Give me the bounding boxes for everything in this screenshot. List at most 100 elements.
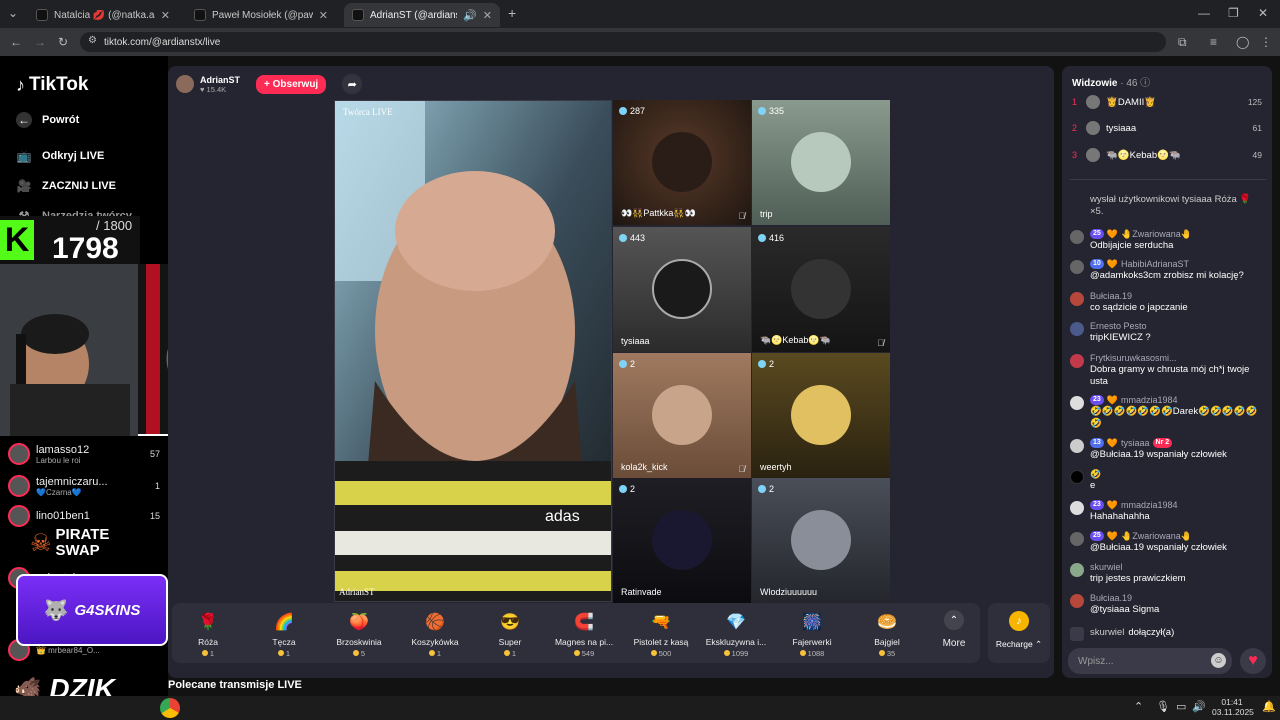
guest-tile[interactable]: 2 kola2k_kick 🎙̸	[613, 353, 751, 478]
chat-username[interactable]: 🤚Zwariowana🤚	[1121, 530, 1192, 542]
chat-username[interactable]: HabibiAdrianaST	[1121, 258, 1189, 270]
notification-icon[interactable]: 🔔	[1262, 700, 1276, 713]
volume-icon[interactable]: 🔊	[1192, 700, 1206, 713]
window-close-icon[interactable]: ✕	[1258, 6, 1268, 20]
gift-item[interactable]: 🍑 Brzoskwinia 5	[324, 610, 394, 658]
chat-message: 23 🧡 mmadzia1984 🤣🤣🤣🤣🤣🤣🤣Darek🤣🤣🤣🤣🤣🤣	[1070, 394, 1266, 430]
extensions-icon[interactable]: ⧉	[1178, 35, 1187, 50]
avatar[interactable]	[1070, 292, 1084, 306]
avatar[interactable]	[1070, 501, 1084, 515]
avatar[interactable]	[1070, 532, 1084, 546]
list-item[interactable]: lamasso12 Larbou le roi 57	[8, 438, 160, 470]
guest-tile[interactable]: 416 🐃🌝Kebab🌝🐃 🎙̸	[752, 227, 890, 352]
host-video[interactable]: adas Twórca LIVE AdrianST	[334, 100, 612, 602]
profile-icon[interactable]: ◯	[1236, 35, 1249, 49]
avatar[interactable]	[1070, 230, 1084, 244]
gift-item[interactable]: 🎆 Fajerwerki 1088	[777, 610, 847, 658]
chat-username[interactable]: mmadzia1984	[1121, 394, 1178, 406]
top-viewer-row[interactable]: 1 👸DAMII👸 125	[1072, 92, 1262, 112]
viewer-icon	[619, 485, 627, 493]
close-icon[interactable]: ✕	[161, 9, 170, 22]
avatar[interactable]	[1070, 322, 1084, 336]
avatar[interactable]	[1070, 594, 1084, 608]
discover-live-link[interactable]: 📺 Odkryj LIVE	[16, 148, 105, 164]
top-viewer-row[interactable]: 2 tysiaaa 61	[1072, 118, 1262, 138]
chat-message: 23 🧡 mmadzia1984 Hahahahahha	[1070, 499, 1266, 523]
chat-message: Ernesto Pesto tripKIEWICZ ?	[1070, 320, 1266, 344]
chat-username[interactable]: skurwiel	[1090, 627, 1124, 639]
avatar[interactable]	[1070, 470, 1084, 484]
chat-username[interactable]: Frytkisuruwkasosmi...	[1090, 352, 1177, 364]
level-badge: 10	[1090, 259, 1104, 269]
back-icon[interactable]: ←	[10, 35, 22, 49]
avatar[interactable]	[1070, 260, 1084, 274]
top-viewer-row[interactable]: 3 🐃🌝Kebab🌝🐃 49	[1072, 145, 1262, 165]
chrome-app-icon[interactable]	[160, 698, 180, 718]
chat-input[interactable]: Wpisz... ☺	[1068, 648, 1232, 674]
tab-1[interactable]: Natalcia 💋 (@natka.aa_) prowadzi ✕	[28, 3, 178, 27]
level-badge: 25	[1090, 531, 1104, 541]
gift-item[interactable]: 🥯 Bajgiel 35	[852, 610, 922, 658]
info-icon[interactable]: ⓘ	[1140, 78, 1150, 89]
mic-icon[interactable]: 🎙	[1156, 700, 1170, 713]
list-item[interactable]: tajemniczaru... 💙Czarna💙 1	[8, 470, 160, 502]
close-icon[interactable]: ✕	[319, 9, 328, 22]
guest-tile[interactable]: 335 trip	[752, 100, 890, 225]
gift-item[interactable]: 🔫 Pistolet z kasą 500	[626, 610, 696, 658]
viewers-header[interactable]: Widzowie · 46 ⓘ	[1072, 74, 1150, 89]
gift-item[interactable]: 💎 Ekskluzywna i... 1099	[701, 610, 771, 658]
avatar[interactable]	[1070, 563, 1084, 577]
avatar[interactable]	[1070, 354, 1084, 368]
chat-username[interactable]: Bułciaa.19	[1090, 592, 1132, 604]
tab-search-icon[interactable]: ⌄	[8, 6, 18, 20]
clock[interactable]: 01:41 03.11.2025	[1212, 697, 1254, 717]
guest-tile[interactable]: 443 tysiaaa	[613, 227, 751, 352]
guest-tile[interactable]: 2 Wlodziuuuuuu	[752, 478, 890, 603]
forward-icon[interactable]: →	[34, 35, 46, 49]
host-avatar[interactable]	[176, 75, 194, 93]
gift-item[interactable]: 😎 Super 1	[475, 610, 545, 658]
close-icon[interactable]: ✕	[483, 9, 492, 22]
speaker-icon[interactable]: 🔊	[463, 9, 477, 22]
chat-username[interactable]: 🤚Zwariowana🤚	[1121, 228, 1192, 240]
guest-tile[interactable]: 2 weertyh	[752, 353, 890, 478]
tray-chevron-icon[interactable]: ⌃	[1134, 700, 1143, 713]
pirate-swap-logo: ☠ PIRATE SWAP	[30, 526, 110, 559]
chat-username[interactable]: skurwiel	[1090, 561, 1123, 573]
emoji-icon[interactable]: ☺	[1211, 653, 1226, 668]
start-live-link[interactable]: 🎥 ZACZNIJ LIVE	[16, 178, 116, 194]
minimize-icon[interactable]: —	[1198, 6, 1210, 20]
back-button[interactable]: ← Powrót	[16, 112, 79, 128]
tiktok-logo[interactable]: ♪ TikTok	[16, 74, 88, 96]
maximize-icon[interactable]: ❐	[1228, 6, 1239, 20]
reload-icon[interactable]: ↻	[58, 35, 68, 49]
guest-tile[interactable]: 287 👀👯Pattkka👯👀 🎙̸	[613, 100, 751, 225]
chat-username[interactable]: mmadzia1984	[1121, 499, 1178, 511]
host-name[interactable]: AdrianST	[200, 75, 240, 85]
media-icon[interactable]: ≡	[1210, 35, 1217, 49]
like-heart-button[interactable]: ♥	[1240, 648, 1266, 674]
chat-username[interactable]: 🤣	[1090, 468, 1101, 480]
share-icon[interactable]: ➦	[342, 74, 363, 94]
gift-item[interactable]: 🌹 Róża 1	[173, 610, 243, 658]
avatar[interactable]	[1070, 396, 1084, 410]
more-gifts-button[interactable]: ⌃ More	[920, 610, 988, 649]
rose-icon: 🌹	[198, 614, 218, 631]
menu-icon[interactable]: ⋮	[1260, 35, 1272, 49]
gift-item[interactable]: 🧲 Magnes na pi... 549	[549, 610, 619, 658]
gift-item[interactable]: 🏀 Koszykówka 1	[400, 610, 470, 658]
tab-3-active[interactable]: AdrianST (@ardianstx) prow 🔊 ✕	[344, 3, 500, 27]
avatar[interactable]	[1070, 439, 1084, 453]
new-tab-icon[interactable]: +	[508, 5, 516, 21]
url-field[interactable]: ⚙ tiktok.com/@ardianstx/live	[80, 32, 1166, 52]
chat-username[interactable]: Bułciaa.19	[1090, 290, 1132, 302]
site-info-icon[interactable]: ⚙	[88, 35, 97, 46]
chat-username[interactable]: tysiaaa	[1121, 437, 1150, 449]
follow-button[interactable]: + Obserwuj	[256, 74, 327, 94]
network-icon[interactable]: ▭	[1176, 700, 1186, 713]
guest-tile[interactable]: 2 Ratinvade	[613, 478, 751, 603]
recharge-button[interactable]: ♪ Recharge ⌃	[988, 603, 1050, 663]
gift-item[interactable]: 🌈 Tęcza 1	[249, 610, 319, 658]
tab-2[interactable]: Paweł Mosiołek (@pawelmosio ✕	[186, 3, 336, 27]
chat-username[interactable]: Ernesto Pesto	[1090, 320, 1147, 332]
